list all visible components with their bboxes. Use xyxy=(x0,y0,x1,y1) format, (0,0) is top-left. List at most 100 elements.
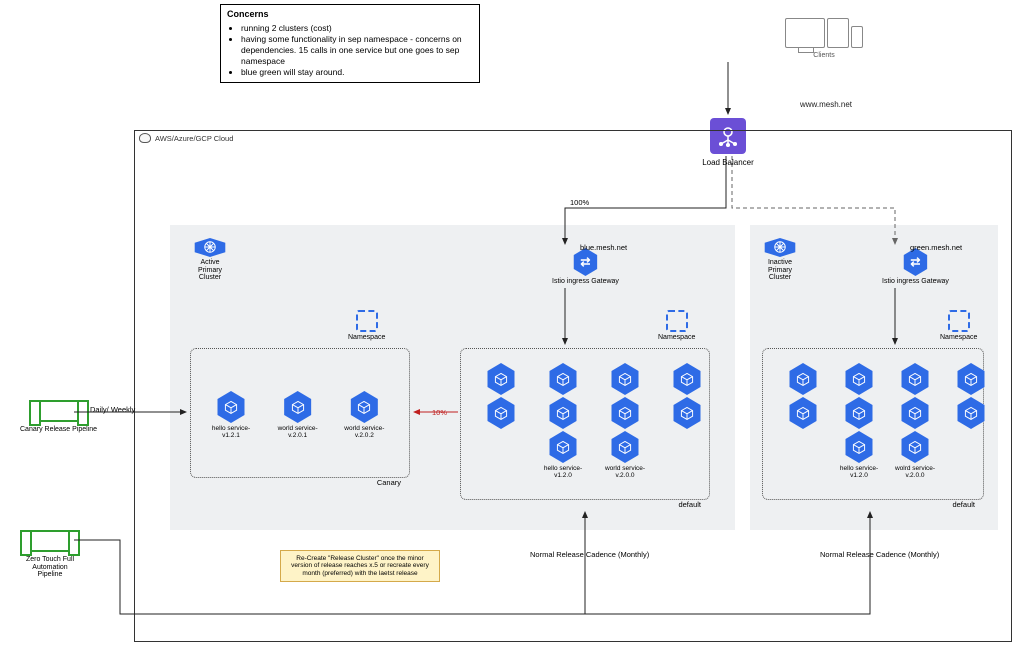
istio-blue-badge: ⇄ Istio ingress Gateway xyxy=(552,248,619,285)
service-node xyxy=(777,363,829,395)
namespace-badge-default-a: Namespace xyxy=(658,310,695,341)
default-b-services: hello service-v1.2.0 wolrd service-v.2.0… xyxy=(771,355,975,487)
cube-icon xyxy=(956,397,986,429)
default-b-namespace-box: hello service-v1.2.0 wolrd service-v.2.0… xyxy=(762,348,984,500)
istio-green-url: green.mesh.net xyxy=(910,243,962,252)
service-node xyxy=(777,397,829,429)
service-node xyxy=(599,363,651,395)
service-node xyxy=(833,397,885,429)
service-node: hello service-v1.2.0 xyxy=(833,431,885,479)
namespace-badge-default-b: Namespace xyxy=(940,310,977,341)
istio-green-label: Istio ingress Gateway xyxy=(882,278,949,285)
clients-group: Clients xyxy=(774,8,874,59)
istio-icon: ⇄ xyxy=(572,248,598,276)
recreate-note: Re-Create "Release Cluster" once the min… xyxy=(280,550,440,582)
namespace-label: Namespace xyxy=(348,334,385,341)
namespace-icon xyxy=(666,310,688,332)
cloud-icon xyxy=(139,133,151,143)
canary-pipeline-block: Canary Release Pipeline xyxy=(20,400,97,434)
istio-blue-label: Istio ingress Gateway xyxy=(552,278,619,285)
service-label: world service-v.2.0.2 xyxy=(338,425,390,439)
namespace-label: Namespace xyxy=(940,334,977,341)
cube-icon xyxy=(672,397,702,429)
monitor-icon xyxy=(785,18,825,48)
service-node: world service-v.2.0.2 xyxy=(338,391,390,439)
k8s-inactive-badge: Inactive Primary Cluster xyxy=(760,238,800,282)
cube-icon xyxy=(610,431,640,463)
zero-touch-pipeline-block: Zero Touch Full Automation Pipeline xyxy=(20,530,80,579)
phone-icon xyxy=(851,26,863,48)
device-icons xyxy=(774,8,874,48)
service-node xyxy=(475,363,527,395)
zero-touch-pipeline-label: Zero Touch Full Automation Pipeline xyxy=(20,556,80,579)
cube-icon xyxy=(672,363,702,395)
service-label: hello service-v1.2.0 xyxy=(537,465,589,479)
cube-icon xyxy=(788,397,818,429)
service-node xyxy=(537,397,589,429)
default-a-ns-label: default xyxy=(678,500,701,509)
cube-icon xyxy=(486,363,516,395)
namespace-label: Namespace xyxy=(658,334,695,341)
cloud-title: AWS/Azure/GCP Cloud xyxy=(139,133,233,143)
service-node: hello service-v1.2.0 xyxy=(537,431,589,479)
cube-icon xyxy=(900,431,930,463)
service-node: hello service-v1.2.1 xyxy=(205,391,257,439)
default-a-namespace-box: hello service-v1.2.0 world service-v.2.0… xyxy=(460,348,710,500)
pipeline-icon xyxy=(28,530,72,552)
cube-icon xyxy=(548,397,578,429)
pipeline-icon xyxy=(37,400,81,422)
cube-icon xyxy=(283,391,313,423)
k8s-active-label: Active Primary Cluster xyxy=(190,259,230,282)
daily-weekly-label: Daily/ Weekly xyxy=(90,405,135,414)
cube-icon xyxy=(788,363,818,395)
cube-icon xyxy=(844,363,874,395)
service-node: world service-v.2.0.0 xyxy=(599,431,651,479)
cube-icon xyxy=(216,391,246,423)
service-node xyxy=(599,397,651,429)
concerns-panel: Concerns running 2 clusters (cost) havin… xyxy=(220,4,480,83)
concern-item: blue green will stay around. xyxy=(241,67,473,78)
service-node xyxy=(889,363,941,395)
service-node xyxy=(661,397,713,429)
cadence-label-a: Normal Release Cadence (Monthly) xyxy=(530,550,649,559)
service-node xyxy=(833,363,885,395)
traffic-10-label: 10% xyxy=(432,408,447,417)
istio-green-badge: ⇄ Istio ingress Gateway xyxy=(882,248,949,285)
service-label: wolrd service-v.2.0.0 xyxy=(889,465,941,479)
cube-icon xyxy=(900,397,930,429)
canary-ns-label: Canary xyxy=(377,478,401,487)
kubernetes-icon xyxy=(763,238,797,257)
service-node: wolrd service-v.2.0.0 xyxy=(889,431,941,479)
canary-namespace-box: hello service-v1.2.1 world service-v.2.0… xyxy=(190,348,410,478)
service-node xyxy=(475,397,527,429)
concerns-list: running 2 clusters (cost) having some fu… xyxy=(227,23,473,78)
service-node xyxy=(537,363,589,395)
namespace-badge-canary: Namespace xyxy=(348,310,385,341)
service-label: hello service-v1.2.1 xyxy=(205,425,257,439)
service-node: world service-v.2.0.1 xyxy=(272,391,324,439)
k8s-active-badge: Active Primary Cluster xyxy=(190,238,230,282)
cube-icon xyxy=(349,391,379,423)
clients-label: Clients xyxy=(774,52,874,59)
cube-icon xyxy=(844,397,874,429)
kubernetes-icon xyxy=(193,238,227,257)
service-label: world service-v.2.0.0 xyxy=(599,465,651,479)
cube-icon xyxy=(900,363,930,395)
k8s-inactive-label: Inactive Primary Cluster xyxy=(760,259,800,282)
service-label: world service-v.2.0.1 xyxy=(272,425,324,439)
namespace-icon xyxy=(356,310,378,332)
cube-icon xyxy=(548,363,578,395)
concern-item: having some functionality in sep namespa… xyxy=(241,34,473,67)
mesh-url-label: www.mesh.net xyxy=(800,100,852,109)
service-node xyxy=(945,397,997,429)
namespace-icon xyxy=(948,310,970,332)
default-a-services: hello service-v1.2.0 world service-v.2.0… xyxy=(469,355,701,487)
cube-icon xyxy=(610,363,640,395)
canary-services: hello service-v1.2.1 world service-v.2.0… xyxy=(199,383,401,447)
tablet-icon xyxy=(827,18,849,48)
cloud-title-text: AWS/Azure/GCP Cloud xyxy=(155,134,233,143)
istio-blue-url: blue.mesh.net xyxy=(580,243,627,252)
service-node xyxy=(889,397,941,429)
concerns-title: Concerns xyxy=(227,9,473,21)
cube-icon xyxy=(548,431,578,463)
